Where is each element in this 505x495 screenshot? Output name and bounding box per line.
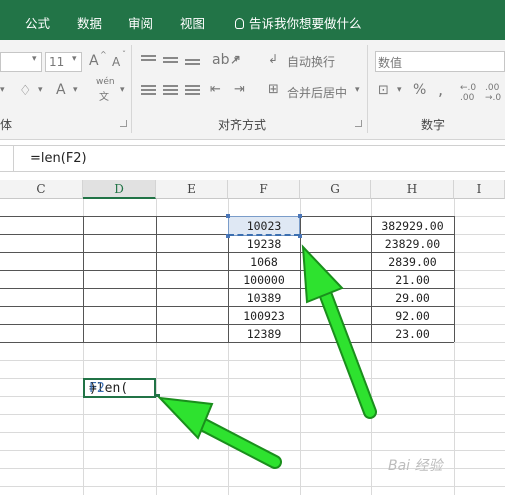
arrow-shaft <box>195 418 280 467</box>
watermark: Bai 经验 <box>388 458 443 474</box>
annotation-arrows <box>157 244 377 469</box>
arrow-head <box>301 244 344 304</box>
arrow-shaft <box>320 288 375 417</box>
